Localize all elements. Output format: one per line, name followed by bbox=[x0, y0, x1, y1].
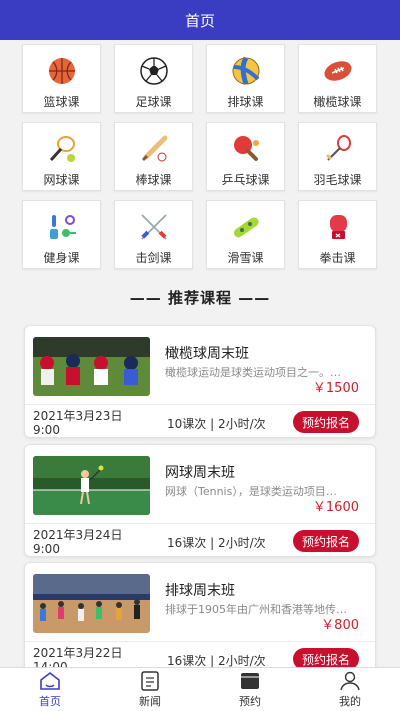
course-card[interactable]: 排球周末班 排球于1905年由广州和香港等地传… ￥800 2021年3月22日… bbox=[24, 562, 376, 675]
course-meta: 16课次 | 2小时/次 bbox=[167, 536, 266, 550]
course-meta: 10课次 | 2小时/次 bbox=[167, 417, 266, 431]
category-pingpong[interactable]: 乒乓球课 bbox=[206, 122, 285, 191]
profile-icon bbox=[340, 671, 360, 690]
tab-profile[interactable]: 我的 bbox=[300, 668, 400, 711]
course-title: 网球周末班 bbox=[165, 465, 235, 481]
course-title: 橄榄球周末班 bbox=[165, 346, 249, 362]
soccer-ball-icon bbox=[139, 57, 168, 85]
course-date: 2021年3月24日 9:00 bbox=[33, 528, 123, 556]
course-card[interactable]: 网球周末班 网球（Tennis），是球类运动项目… ￥1600 2021年3月2… bbox=[24, 444, 376, 557]
category-tennis[interactable]: 网球课 bbox=[22, 122, 101, 191]
news-icon bbox=[141, 670, 159, 691]
course-thumbnail bbox=[33, 574, 150, 633]
home-icon bbox=[40, 671, 60, 690]
book-button[interactable]: 预约报名 bbox=[293, 411, 359, 433]
tab-news[interactable]: 新闻 bbox=[100, 668, 200, 711]
category-fitness[interactable]: 健身课 bbox=[22, 200, 101, 269]
category-baseball[interactable]: 棒球课 bbox=[114, 122, 193, 191]
course-thumbnail bbox=[33, 456, 150, 515]
category-rugby[interactable]: 橄榄球课 bbox=[298, 44, 377, 113]
rugby-ball-icon bbox=[323, 61, 352, 81]
category-badminton[interactable]: 羽毛球课 bbox=[298, 122, 377, 191]
bottom-tab-bar: 首页 新闻 预约 我的 bbox=[0, 667, 400, 711]
card-divider bbox=[25, 641, 375, 642]
ping-pong-paddle-icon bbox=[233, 136, 259, 161]
app-header: 首页 bbox=[0, 0, 400, 40]
category-grid: 篮球课 足球课 排球课 橄榄球课 网球课 棒球课 乒乓球课 羽毛球课 健身课 击… bbox=[22, 44, 378, 269]
category-ski[interactable]: 滑雪课 bbox=[206, 200, 285, 269]
snowboard-icon bbox=[233, 217, 259, 238]
category-soccer[interactable]: 足球课 bbox=[114, 44, 193, 113]
card-divider bbox=[25, 523, 375, 524]
category-boxing[interactable]: 拳击课 bbox=[298, 200, 377, 269]
basketball-icon bbox=[48, 58, 75, 84]
badminton-racket-icon bbox=[325, 135, 351, 161]
page-title: 首页 bbox=[184, 11, 215, 30]
course-price: ￥1600 bbox=[312, 500, 359, 515]
volleyball-icon bbox=[232, 56, 259, 85]
course-title: 排球周末班 bbox=[165, 583, 235, 599]
dumbbell-icon bbox=[49, 215, 76, 239]
tennis-racket-icon bbox=[49, 136, 75, 162]
card-divider bbox=[25, 404, 375, 405]
course-card[interactable]: 橄榄球周末班 橄榄球运动是球类运动项目之一。… ￥1500 2021年3月23日… bbox=[24, 325, 376, 438]
category-basketball[interactable]: 篮球课 bbox=[22, 44, 101, 113]
booking-icon bbox=[241, 672, 259, 689]
recommended-section-title: —— 推荐课程 —— bbox=[129, 289, 271, 307]
book-button[interactable]: 预约报名 bbox=[293, 530, 359, 552]
tab-home[interactable]: 首页 bbox=[0, 668, 100, 711]
course-price: ￥1500 bbox=[312, 381, 359, 396]
category-volleyball[interactable]: 排球课 bbox=[206, 44, 285, 113]
course-price: ￥800 bbox=[321, 618, 359, 633]
course-date: 2021年3月23日 9:00 bbox=[33, 409, 123, 437]
course-thumbnail bbox=[33, 337, 150, 396]
category-fencing[interactable]: 击剑课 bbox=[114, 200, 193, 269]
boxing-glove-icon bbox=[329, 215, 347, 239]
baseball-bat-icon bbox=[141, 135, 167, 162]
tab-booking[interactable]: 预约 bbox=[200, 668, 300, 711]
fencing-swords-icon bbox=[140, 214, 167, 240]
